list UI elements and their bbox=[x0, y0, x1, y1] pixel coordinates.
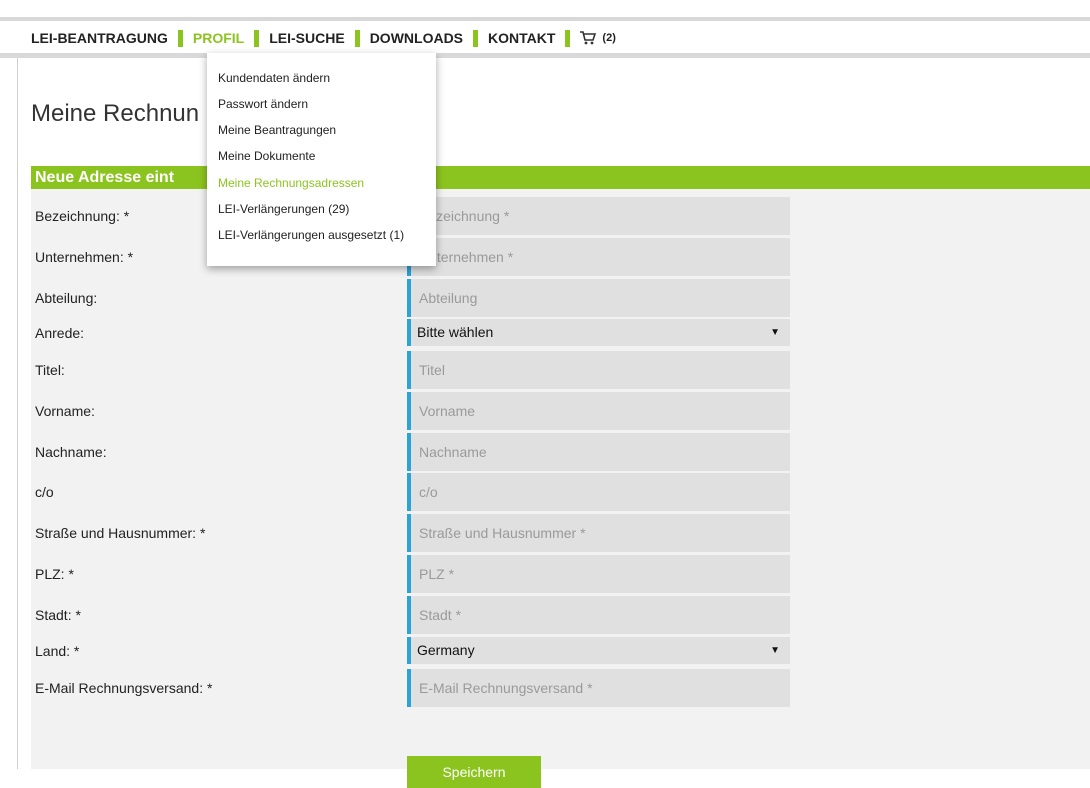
nav-item-profil[interactable]: PROFIL bbox=[193, 30, 244, 46]
plz-input[interactable] bbox=[407, 555, 790, 593]
menu-item-dokumente[interactable]: Meine Dokumente bbox=[218, 149, 315, 163]
unternehmen-input[interactable] bbox=[407, 238, 790, 276]
field-label: Nachname: bbox=[35, 444, 107, 460]
bezeichnung-input[interactable] bbox=[407, 197, 790, 235]
cart-count: (2) bbox=[602, 32, 616, 44]
form-row-nachname: Nachname: bbox=[31, 433, 791, 471]
titel-input[interactable] bbox=[407, 351, 790, 389]
menu-item-rechnungsadressen[interactable]: Meine Rechnungsadressen bbox=[218, 176, 364, 190]
main-nav-items: LEI-BEANTRAGUNG PROFIL LEI-SUCHE DOWNLOA… bbox=[31, 29, 616, 47]
main-nav: LEI-BEANTRAGUNG PROFIL LEI-SUCHE DOWNLOA… bbox=[0, 21, 1090, 58]
nav-item-lei-suche[interactable]: LEI-SUCHE bbox=[269, 30, 344, 46]
cart-link[interactable]: (2) bbox=[580, 31, 616, 45]
field-label: Straße und Hausnummer: * bbox=[35, 525, 206, 541]
field-label: Stadt: * bbox=[35, 607, 81, 623]
form-body: Bezeichnung: * Unternehmen: * Abteilung:… bbox=[31, 189, 1090, 788]
profil-dropdown-menu: Kundendaten ändern Passwort ändern Meine… bbox=[207, 53, 436, 266]
field-label: E-Mail Rechnungsversand: * bbox=[35, 680, 213, 696]
form-row-vorname: Vorname: bbox=[31, 392, 791, 430]
abteilung-input[interactable] bbox=[407, 279, 790, 317]
nav-item-downloads[interactable]: DOWNLOADS bbox=[370, 30, 463, 46]
dropdown-arrow-icon: ▼ bbox=[770, 645, 780, 656]
stadt-input[interactable] bbox=[407, 596, 790, 634]
form-row-titel: Titel: bbox=[31, 351, 791, 389]
form-row-email: E-Mail Rechnungsversand: * bbox=[31, 669, 791, 707]
address-form-panel: Neue Adresse eint Bezeichnung: * Unterne… bbox=[31, 166, 1090, 788]
nachname-input[interactable] bbox=[407, 433, 790, 471]
email-rechnungsversand-input[interactable] bbox=[407, 669, 790, 707]
page-title: Meine Rechnun bbox=[31, 100, 200, 127]
nav-separator bbox=[254, 29, 260, 47]
field-label: Land: * bbox=[35, 643, 80, 659]
strasse-input[interactable] bbox=[407, 514, 790, 552]
menu-item-lei-verlaengerungen-ausgesetzt[interactable]: LEI-Verlängerungen ausgesetzt (1) bbox=[218, 228, 404, 242]
save-button[interactable]: Speichern bbox=[407, 756, 541, 788]
co-input[interactable] bbox=[407, 473, 790, 511]
menu-item-passwort[interactable]: Passwort ändern bbox=[218, 97, 308, 111]
form-row-anrede: Anrede: Bitte wählen ▼ bbox=[31, 319, 791, 346]
field-label: Unternehmen: * bbox=[35, 249, 134, 265]
land-select[interactable]: Germany ▼ bbox=[407, 637, 790, 664]
form-row-strasse: Straße und Hausnummer: * bbox=[31, 514, 791, 552]
nav-item-kontakt[interactable]: KONTAKT bbox=[488, 30, 555, 46]
nav-separator bbox=[473, 29, 479, 47]
nav-separator bbox=[565, 29, 571, 47]
field-label: Bezeichnung: * bbox=[35, 208, 130, 224]
nav-separator bbox=[354, 29, 360, 47]
anrede-select-value: Bitte wählen bbox=[417, 324, 494, 340]
anrede-select[interactable]: Bitte wählen ▼ bbox=[407, 319, 790, 346]
field-label: Vorname: bbox=[35, 403, 95, 419]
nav-item-lei-beantragung[interactable]: LEI-BEANTRAGUNG bbox=[31, 30, 168, 46]
dropdown-arrow-icon: ▼ bbox=[770, 327, 780, 338]
form-row-land: Land: * Germany ▼ bbox=[31, 637, 791, 664]
form-row-abteilung: Abteilung: bbox=[31, 279, 791, 317]
field-label: PLZ: * bbox=[35, 566, 74, 582]
menu-item-beantragungen[interactable]: Meine Beantragungen bbox=[218, 123, 336, 137]
shopping-cart-icon bbox=[580, 31, 597, 45]
vorname-input[interactable] bbox=[407, 392, 790, 430]
field-label: c/o bbox=[35, 484, 54, 500]
field-label: Anrede: bbox=[35, 325, 85, 341]
content-left-border bbox=[17, 58, 18, 769]
field-label: Abteilung: bbox=[35, 290, 98, 306]
form-row-co: c/o bbox=[31, 473, 791, 511]
land-select-value: Germany bbox=[417, 642, 475, 658]
form-row-plz: PLZ: * bbox=[31, 555, 791, 593]
form-row-stadt: Stadt: * bbox=[31, 596, 791, 634]
nav-separator bbox=[177, 29, 183, 47]
menu-item-lei-verlaengerungen[interactable]: LEI-Verlängerungen (29) bbox=[218, 202, 349, 216]
form-header: Neue Adresse eint bbox=[31, 166, 1090, 189]
field-label: Titel: bbox=[35, 362, 65, 378]
menu-item-kundendaten[interactable]: Kundendaten ändern bbox=[218, 71, 330, 85]
